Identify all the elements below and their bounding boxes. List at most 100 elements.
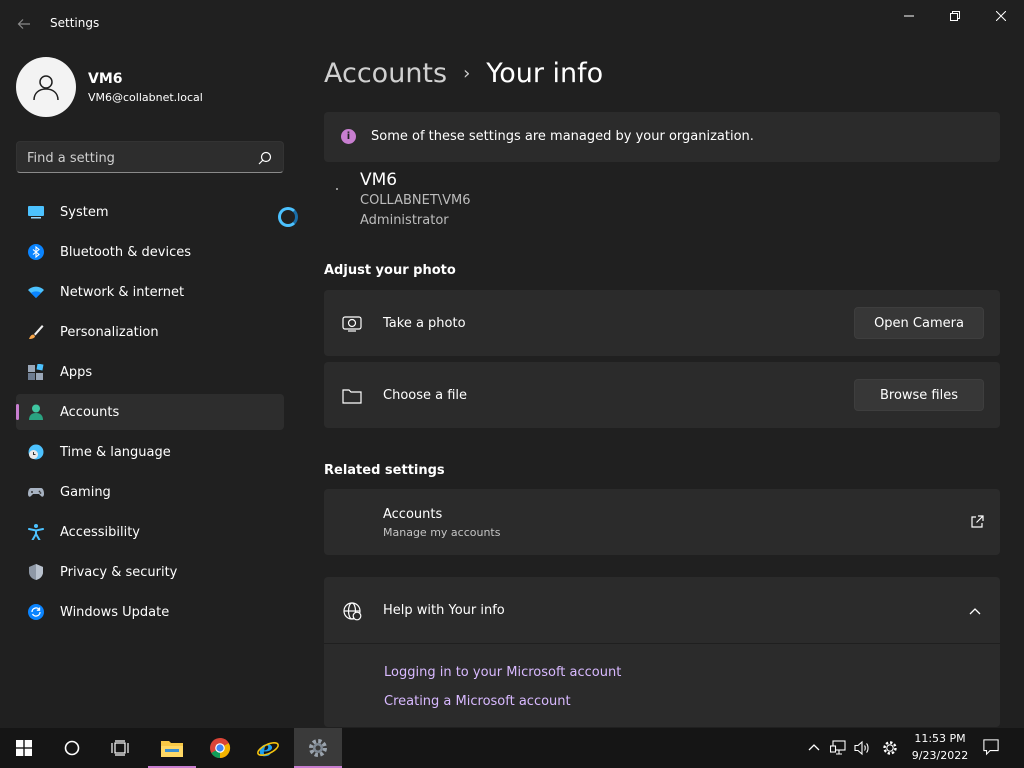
accounts-link-subtitle: Manage my accounts: [383, 526, 501, 539]
sidebar-item-accounts[interactable]: Accounts: [16, 394, 284, 430]
profile-name: VM6: [88, 71, 123, 87]
volume-tray-button[interactable]: [854, 740, 870, 756]
bluetooth-icon: [28, 244, 44, 260]
close-button[interactable]: [978, 0, 1024, 32]
search-box[interactable]: [16, 141, 284, 173]
camera-icon: [342, 316, 362, 332]
page-title: Your info: [486, 58, 604, 89]
info-icon: i: [341, 129, 356, 144]
help-section: Help with Your info Logging in to your M…: [324, 577, 1000, 727]
search-icon[interactable]: [257, 150, 273, 166]
title-bar: Settings: [0, 0, 1024, 48]
shield-icon: [29, 564, 43, 580]
sidebar-item-label: Personalization: [60, 324, 159, 340]
sidebar-item-label: System: [60, 204, 109, 220]
taskbar-clock-date[interactable]: 9/23/2022: [908, 749, 972, 762]
sync-icon: [28, 604, 44, 620]
sidebar-item-label: Apps: [60, 364, 93, 380]
notification-icon: [983, 739, 999, 756]
breadcrumb-parent-accounts[interactable]: Accounts: [324, 58, 447, 89]
chrome-button[interactable]: [196, 728, 244, 768]
internet-explorer-icon: e: [257, 737, 279, 759]
chrome-icon: [210, 737, 231, 759]
task-view-button[interactable]: [96, 728, 144, 768]
sidebar-item-label: Windows Update: [60, 604, 170, 620]
monitor-icon: [28, 206, 44, 219]
globe-clock-icon: [28, 444, 44, 460]
start-button[interactable]: [0, 728, 48, 768]
choose-file-row: Choose a file Browse files: [324, 362, 1000, 428]
gear-icon: [309, 739, 327, 757]
breadcrumb-separator: ›: [463, 63, 471, 84]
close-icon: [996, 11, 1006, 21]
sidebar-item-system[interactable]: System: [16, 194, 284, 230]
task-view-icon: [111, 740, 129, 756]
search-taskbar-button[interactable]: [48, 728, 96, 768]
sidebar-item-label: Privacy & security: [60, 564, 178, 580]
file-explorer-button[interactable]: [148, 728, 196, 768]
sidebar-item-apps[interactable]: Apps: [16, 354, 284, 390]
org-managed-text: Some of these settings are managed by yo…: [371, 129, 754, 144]
sidebar-item-label: Accounts: [60, 404, 120, 420]
accounts-link-title: Accounts: [383, 507, 443, 522]
avatar: [16, 57, 76, 117]
help-title: Help with Your info: [383, 603, 505, 618]
sidebar-item-gaming[interactable]: Gaming: [16, 474, 284, 510]
globe-help-icon: [343, 602, 362, 621]
restore-button[interactable]: [932, 0, 978, 32]
wifi-icon: [28, 286, 44, 298]
help-header[interactable]: Help with Your info: [324, 577, 1000, 644]
take-photo-label: Take a photo: [383, 316, 466, 331]
back-button[interactable]: [12, 12, 36, 36]
help-link-logging-in[interactable]: Logging in to your Microsoft account: [384, 665, 621, 680]
file-explorer-icon: [161, 741, 183, 757]
profile-email: VM6@collabnet.local: [88, 91, 203, 104]
sidebar-item-windows-update[interactable]: Windows Update: [16, 594, 284, 630]
choose-file-label: Choose a file: [383, 388, 468, 403]
settings-tray-button[interactable]: [882, 740, 898, 756]
notifications-button[interactable]: [983, 739, 999, 756]
open-camera-button[interactable]: Open Camera: [854, 307, 984, 339]
windows-logo-icon: [16, 740, 32, 756]
sidebar-item-label: Accessibility: [60, 524, 140, 540]
sidebar-item-time-language[interactable]: Time & language: [16, 434, 284, 470]
chevron-up-icon[interactable]: [968, 604, 982, 618]
sidebar-item-network[interactable]: Network & internet: [16, 274, 284, 310]
sidebar-item-label: Gaming: [60, 484, 111, 500]
back-arrow-icon: [17, 19, 30, 29]
sidebar-item-label: Time & language: [60, 444, 171, 460]
sidebar-item-privacy-security[interactable]: Privacy & security: [16, 554, 284, 590]
paintbrush-icon: [29, 325, 44, 339]
person-avatar-icon: [33, 75, 59, 101]
cortana-circle-icon: [64, 740, 80, 756]
gamepad-icon: [28, 488, 44, 497]
restore-icon: [950, 11, 960, 21]
accounts-link-card[interactable]: Accounts Manage my accounts: [324, 489, 1000, 555]
minimize-button[interactable]: [886, 0, 932, 32]
sidebar-item-bluetooth[interactable]: Bluetooth & devices: [16, 234, 284, 270]
network-wired-icon: [830, 740, 846, 755]
show-hidden-icons-button[interactable]: [806, 740, 822, 756]
sidebar-nav: System Bluetooth & devices Network & int…: [16, 194, 284, 634]
sidebar-item-personalization[interactable]: Personalization: [16, 314, 284, 350]
sidebar-item-label: Network & internet: [60, 284, 185, 300]
sidebar-item-accessibility[interactable]: Accessibility: [16, 514, 284, 550]
user-role: Administrator: [360, 213, 449, 228]
org-managed-banner: i Some of these settings are managed by …: [324, 112, 1000, 162]
person-icon: [29, 404, 43, 420]
adjust-photo-heading: Adjust your photo: [324, 263, 456, 278]
network-tray-button[interactable]: [830, 740, 846, 756]
take-photo-row: Take a photo Open Camera: [324, 290, 1000, 356]
related-settings-heading: Related settings: [324, 463, 445, 478]
chevron-up-icon: [808, 744, 820, 751]
user-name: VM6: [360, 170, 398, 190]
apps-grid-icon: [28, 364, 44, 380]
settings-taskbar-button[interactable]: [294, 728, 342, 768]
help-link-creating-account[interactable]: Creating a Microsoft account: [384, 694, 571, 709]
folder-icon: [342, 389, 362, 404]
browse-files-button[interactable]: Browse files: [854, 379, 984, 411]
internet-explorer-button[interactable]: e: [244, 728, 292, 768]
minimize-icon: [904, 15, 914, 17]
taskbar-clock-time[interactable]: 11:53 PM: [912, 732, 968, 745]
search-input[interactable]: [27, 148, 247, 168]
